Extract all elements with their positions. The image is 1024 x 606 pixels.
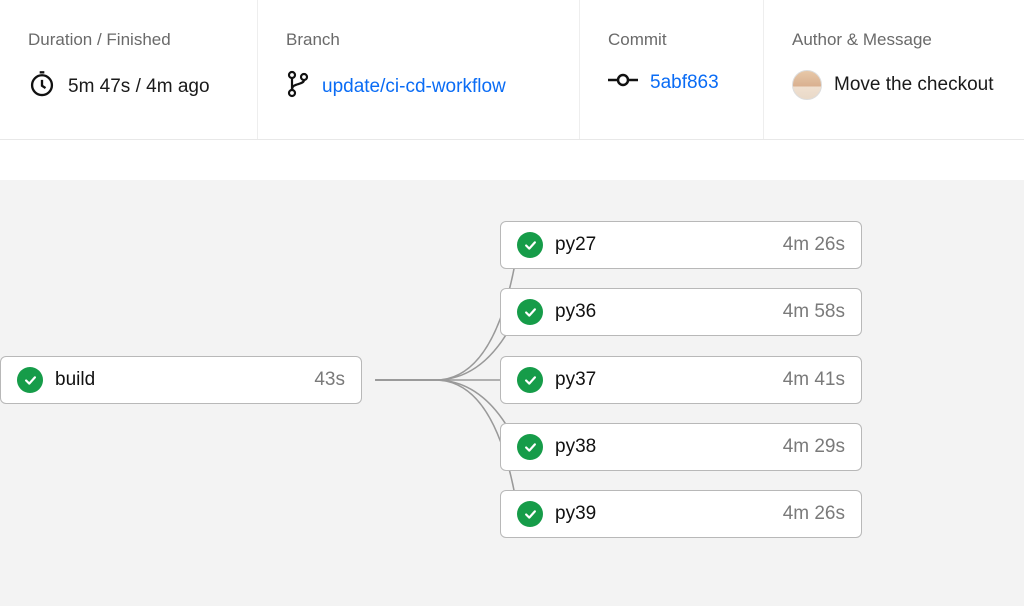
job-time: 4m 26s	[783, 503, 845, 525]
duration-label: Duration / Finished	[28, 30, 229, 50]
job-time: 4m 26s	[783, 234, 845, 256]
check-icon	[517, 367, 543, 393]
job-time: 4m 41s	[783, 369, 845, 391]
job-py36[interactable]: py36 4m 58s	[500, 288, 862, 336]
job-name: build	[55, 369, 95, 391]
commit-icon	[608, 70, 638, 96]
check-icon	[17, 367, 43, 393]
job-py37[interactable]: py37 4m 41s	[500, 356, 862, 404]
branch-icon	[286, 70, 310, 104]
check-icon	[517, 501, 543, 527]
commit-link[interactable]: 5abf863	[650, 72, 719, 94]
check-icon	[517, 299, 543, 325]
check-icon	[517, 434, 543, 460]
duration-value: 5m 47s / 4m ago	[68, 76, 210, 98]
header-cell-commit: Commit 5abf863	[580, 0, 764, 139]
job-name: py39	[555, 503, 596, 525]
job-name: py36	[555, 301, 596, 323]
job-build[interactable]: build 43s	[0, 356, 362, 404]
author-label: Author & Message	[792, 30, 996, 50]
header-cell-branch: Branch update/ci-cd-workflow	[258, 0, 580, 139]
header-cell-duration: Duration / Finished 5m 47s / 4m ago	[0, 0, 258, 139]
job-time: 43s	[314, 369, 345, 391]
job-name: py27	[555, 234, 596, 256]
branch-label: Branch	[286, 30, 551, 50]
job-name: py37	[555, 369, 596, 391]
job-name: py38	[555, 436, 596, 458]
workflow-graph: build 43s py27 4m 26s py36 4m 58s py37 4…	[0, 180, 1024, 606]
branch-link[interactable]: update/ci-cd-workflow	[322, 76, 506, 98]
header-cell-author: Author & Message Move the checkout	[764, 0, 1024, 139]
commit-message: Move the checkout	[834, 74, 993, 96]
clock-icon	[28, 70, 56, 104]
avatar	[792, 70, 822, 100]
check-icon	[517, 232, 543, 258]
job-py27[interactable]: py27 4m 26s	[500, 221, 862, 269]
job-time: 4m 58s	[783, 301, 845, 323]
commit-label: Commit	[608, 30, 735, 50]
job-time: 4m 29s	[783, 436, 845, 458]
job-py39[interactable]: py39 4m 26s	[500, 490, 862, 538]
job-py38[interactable]: py38 4m 29s	[500, 423, 862, 471]
pipeline-header: Duration / Finished 5m 47s / 4m ago Bran…	[0, 0, 1024, 140]
